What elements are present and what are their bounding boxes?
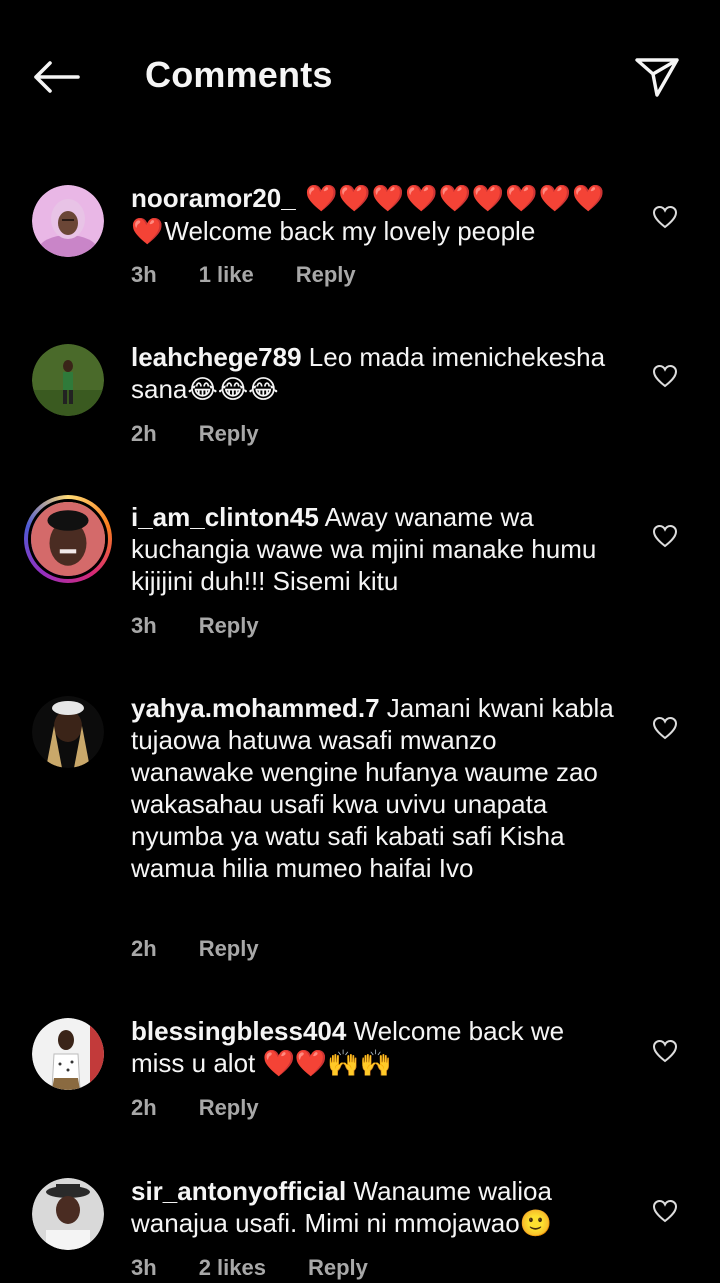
heart-outline-icon [652,716,678,740]
comment-meta: 2h Reply [131,1095,301,1121]
comment-time: 2h [131,1095,157,1120]
comment-username[interactable]: i_am_clinton45 [131,502,319,532]
comment-username[interactable]: sir_antonyofficial [131,1176,346,1206]
comment-likes[interactable]: 1 like [199,262,254,288]
reply-button[interactable]: Reply [199,613,259,639]
reply-button[interactable]: Reply [199,421,259,447]
comment-username[interactable]: blessingbless404 [131,1016,346,1046]
comment-text: yahya.mohammed.7 Jamani kwani kabla tuja… [131,692,621,884]
back-arrow-icon [34,61,80,93]
like-button[interactable] [650,362,680,390]
comment-username[interactable]: nooramor20_ [131,183,296,213]
reply-button[interactable]: Reply [296,262,356,288]
comment-meta: 2h Reply [131,421,301,447]
heart-outline-icon [652,205,678,229]
comment-text: nooramor20_ ❤️❤️❤️❤️❤️❤️❤️❤️❤️❤️Welcome … [131,182,621,248]
comment-text: leahchege789 Leo mada imenichekesha sana… [131,341,621,405]
avatar-story-ring[interactable] [24,495,112,583]
avatar[interactable] [32,344,104,416]
reply-button[interactable]: Reply [308,1255,368,1281]
avatar[interactable] [32,185,104,257]
paper-plane-icon [635,58,679,97]
like-button[interactable] [650,1197,680,1225]
comment-username[interactable]: leahchege789 [131,342,302,372]
reply-button[interactable]: Reply [199,936,259,962]
comments-screen: Comments nooramor20_ ❤️❤️❤️❤️❤️❤️❤️❤️❤️❤… [0,0,720,1283]
reply-button[interactable]: Reply [199,1095,259,1121]
comment-meta: 3h 1 like Reply [131,262,398,288]
comment-likes[interactable]: 2 likes [199,1255,266,1281]
comment-body: Welcome back my lovely people [164,216,536,246]
comment-meta: 3h 2 likes Reply [131,1255,410,1281]
comment-meta: 3h Reply [131,613,301,639]
heart-outline-icon [652,524,678,548]
avatar[interactable] [32,1018,104,1090]
comment-text: i_am_clinton45 Away waname wa kuchangia … [131,501,621,597]
comment-time: 3h [131,262,157,287]
like-button[interactable] [650,714,680,742]
comment-text: sir_antonyofficial Wanaume walioa wanaju… [131,1175,621,1239]
like-button[interactable] [650,203,680,231]
share-button[interactable] [628,48,686,106]
heart-outline-icon [652,1199,678,1223]
page-title: Comments [145,54,333,95]
like-button[interactable] [650,522,680,550]
comment-meta: 2h Reply [131,936,301,962]
comment-time: 2h [131,936,157,961]
header: Comments [0,0,720,150]
comment-username[interactable]: yahya.mohammed.7 [131,693,380,723]
comment-text: blessingbless404 Welcome back we miss u … [131,1015,621,1079]
like-button[interactable] [650,1037,680,1065]
avatar[interactable] [32,696,104,768]
comment-time: 3h [131,1255,157,1280]
comment-time: 2h [131,421,157,446]
back-button[interactable] [26,50,86,104]
heart-outline-icon [652,364,678,388]
avatar[interactable] [32,1178,104,1250]
heart-outline-icon [652,1039,678,1063]
comment-time: 3h [131,613,157,638]
